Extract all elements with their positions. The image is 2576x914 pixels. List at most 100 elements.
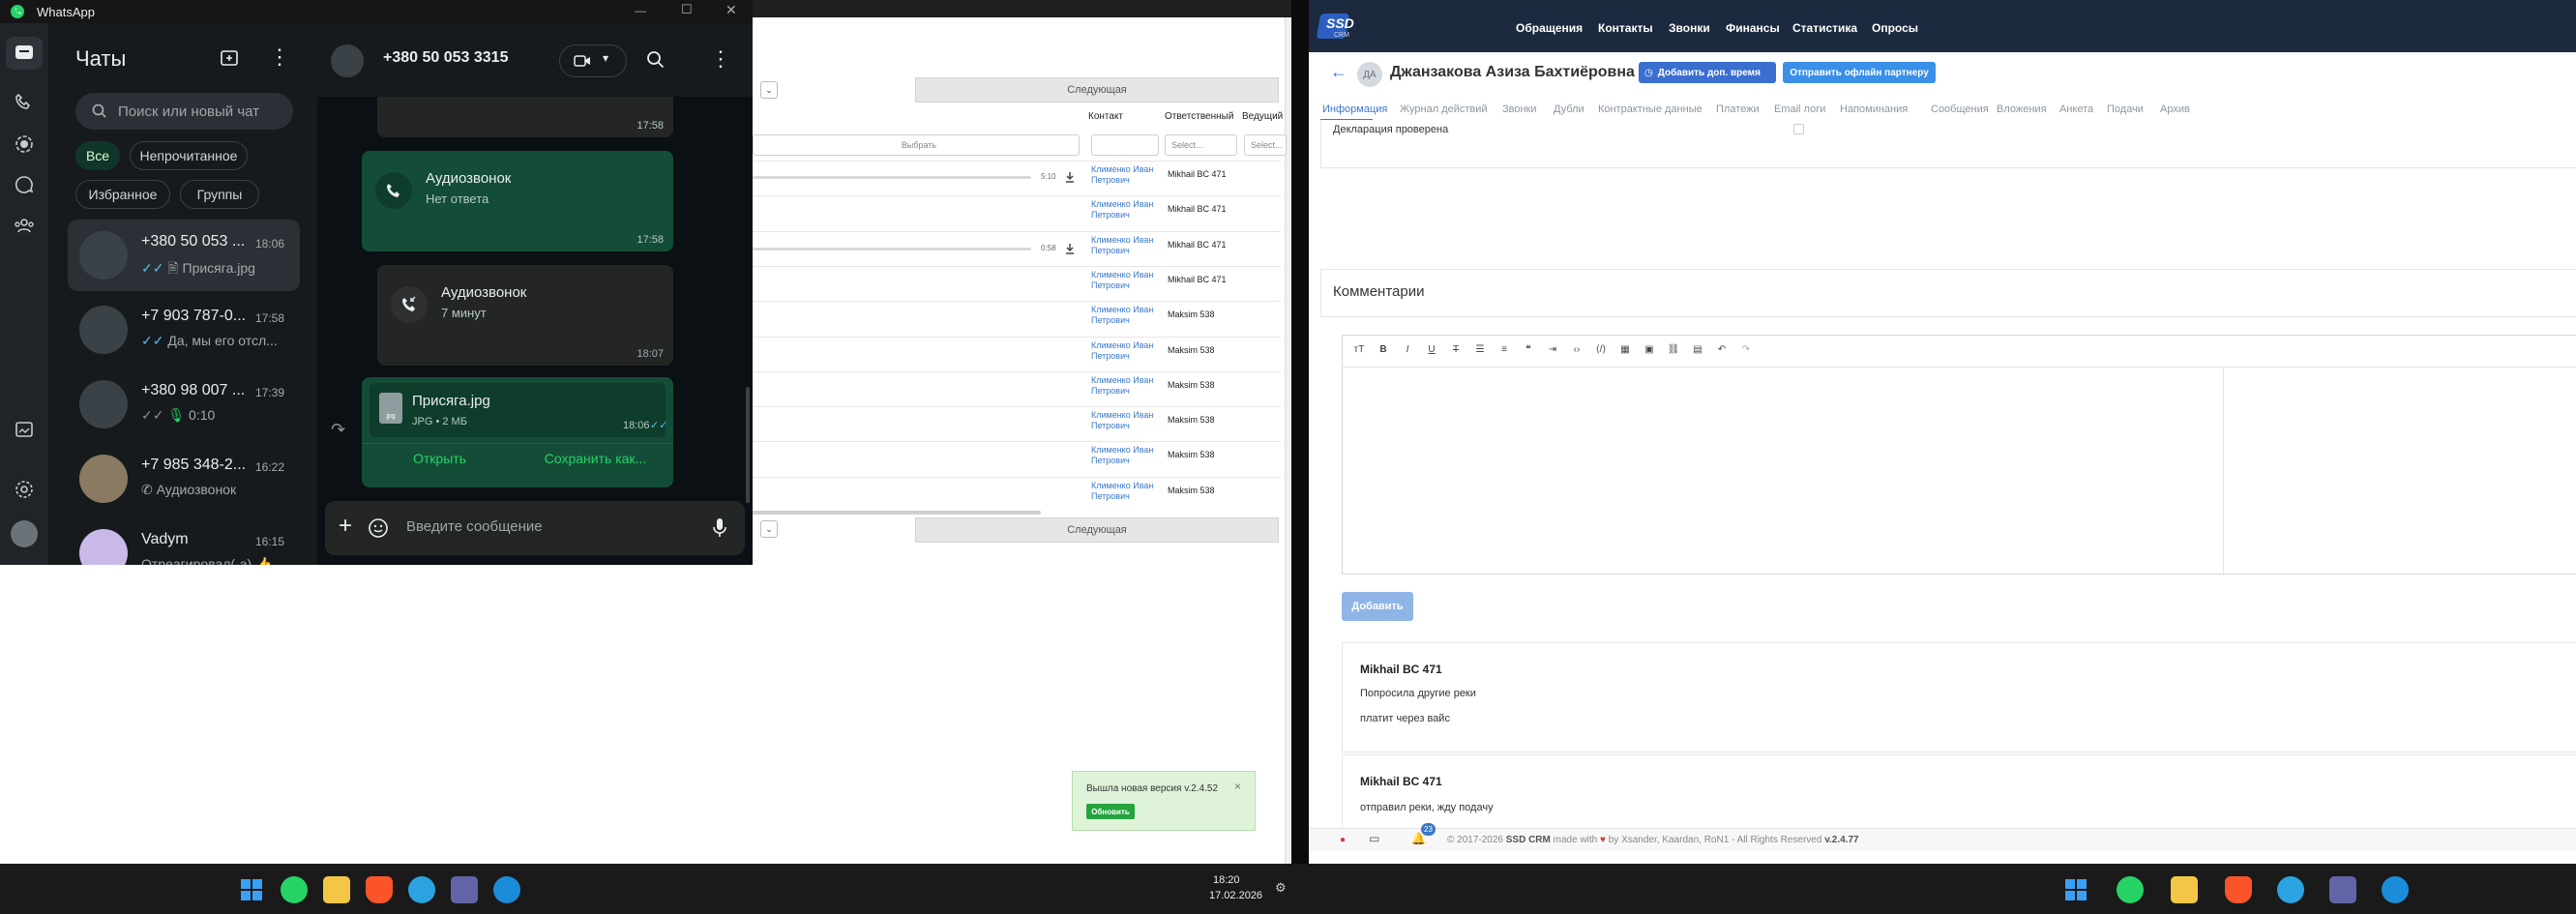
declaration-checkbox[interactable]: [1793, 124, 1804, 134]
chat-item[interactable]: +7 903 787-0... 17:58 ✓✓ Да, мы его отсл…: [68, 294, 300, 366]
video-call-button[interactable]: ▾: [559, 44, 627, 77]
notifications-icon[interactable]: ⚙: [1275, 880, 1287, 896]
tab-calls[interactable]: Звонки: [1502, 103, 1537, 115]
row-contact-link[interactable]: Клименко Иван Петрович: [1091, 375, 1169, 397]
italic-icon[interactable]: I: [1401, 342, 1414, 356]
undo-icon[interactable]: ↶: [1715, 342, 1729, 356]
image-icon[interactable]: ▣: [1643, 342, 1656, 356]
open-file-button[interactable]: Открыть: [362, 451, 518, 466]
menu-icon[interactable]: ⋮: [269, 44, 290, 70]
download-icon[interactable]: [1064, 243, 1076, 254]
forward-icon[interactable]: ↷: [331, 420, 345, 440]
nav-calls[interactable]: Звонки: [1669, 21, 1710, 35]
row-contact-link[interactable]: Клименко Иван Петрович: [1091, 481, 1169, 502]
close-icon[interactable]: ×: [1234, 780, 1241, 793]
chats-icon[interactable]: [13, 42, 36, 65]
maximize-icon[interactable]: ☐: [681, 2, 693, 17]
tab-action-log[interactable]: Журнал действий: [1400, 103, 1488, 115]
mic-icon[interactable]: [710, 516, 729, 540]
brave-taskbar-icon[interactable]: [2225, 876, 2252, 903]
attach-plus-icon[interactable]: +: [339, 513, 352, 540]
file-card[interactable]: jpg Присяга.jpg JPG • 2 МБ 18:06 ✓✓: [370, 383, 667, 437]
nav-surveys[interactable]: Опросы: [1872, 21, 1918, 35]
col-responsible-header[interactable]: Ответственный: [1165, 111, 1233, 122]
tab-survey[interactable]: Анкета: [2059, 103, 2093, 115]
row-contact-link[interactable]: Клименко Иван Петрович: [1091, 235, 1169, 256]
tab-messages[interactable]: Сообщения: [1931, 103, 1989, 115]
profile-avatar[interactable]: [11, 520, 38, 547]
add-comment-button[interactable]: Добавить: [1342, 592, 1413, 621]
font-size-icon[interactable]: ᴛT: [1352, 342, 1366, 356]
comment-editor[interactable]: [1342, 335, 2576, 575]
tab-archive[interactable]: Архив: [2160, 103, 2190, 115]
start-windows-icon[interactable]: [238, 876, 265, 903]
communities-icon[interactable]: [13, 214, 36, 237]
filter-responsible[interactable]: Select...: [1165, 134, 1237, 156]
filter-lead[interactable]: Select...: [1244, 134, 1287, 156]
bold-icon[interactable]: B: [1377, 342, 1390, 356]
send-offline-partner-button[interactable]: Отправить офлайн партнеру: [1783, 62, 1936, 83]
next-page-button[interactable]: Следующая: [915, 77, 1279, 103]
nav-statistics[interactable]: Статистика: [1792, 21, 1857, 35]
phone-app-taskbar-icon[interactable]: [2382, 876, 2409, 903]
tab-payments[interactable]: Платежи: [1716, 103, 1760, 115]
row-contact-link[interactable]: Клименко Иван Петрович: [1091, 305, 1169, 326]
tab-submissions[interactable]: Подачи: [2107, 103, 2144, 115]
search-icon[interactable]: [646, 50, 666, 70]
settings-icon[interactable]: [13, 478, 36, 501]
filter-select[interactable]: Выбрать: [753, 134, 1080, 156]
whatsapp-taskbar-icon[interactable]: [281, 876, 308, 903]
underline-icon[interactable]: U: [1425, 342, 1438, 356]
code-icon[interactable]: ‹›: [1570, 342, 1584, 356]
row-contact-link[interactable]: Клименко Иван Петрович: [1091, 164, 1169, 186]
tab-attachments[interactable]: Вложения: [1997, 103, 2047, 115]
tab-email-logs[interactable]: Email логи: [1774, 103, 1825, 115]
nav-requests[interactable]: Обращения: [1516, 21, 1583, 35]
calls-icon[interactable]: [13, 92, 36, 115]
tab-reminders[interactable]: Напоминания: [1840, 103, 1908, 115]
next-page-button-bottom[interactable]: Следующая: [915, 517, 1279, 543]
telegram-taskbar-icon[interactable]: [408, 876, 435, 903]
tab-info[interactable]: Информация: [1322, 103, 1387, 115]
col-lead-header[interactable]: Ведущий: [1242, 111, 1283, 122]
teams-taskbar-icon[interactable]: [451, 876, 478, 903]
phone-app-taskbar-icon[interactable]: [493, 876, 520, 903]
new-chat-icon[interactable]: [219, 48, 240, 70]
strikethrough-icon[interactable]: T: [1449, 342, 1463, 356]
link-icon[interactable]: ⛓: [1667, 342, 1680, 356]
row-contact-link[interactable]: Клименко Иван Петрович: [1091, 340, 1169, 362]
teams-taskbar-icon[interactable]: [2329, 876, 2356, 903]
row-contact-link[interactable]: Клименко Иван Петрович: [1091, 270, 1169, 291]
brave-taskbar-icon[interactable]: [366, 876, 393, 903]
add-time-button[interactable]: ◷ Добавить доп. время: [1639, 62, 1776, 83]
explorer-taskbar-icon[interactable]: [2171, 876, 2198, 903]
channels-icon[interactable]: [13, 173, 36, 196]
filter-all[interactable]: Все: [75, 141, 120, 170]
bullet-list-icon[interactable]: ☰: [1473, 342, 1487, 356]
whatsapp-taskbar-icon[interactable]: [2117, 876, 2144, 903]
redo-icon[interactable]: ↷: [1739, 342, 1753, 356]
quote-icon[interactable]: ❝: [1522, 342, 1535, 356]
chat-item[interactable]: Vadym 16:15 Отреагировал(-а) 👍: [68, 517, 300, 565]
download-icon[interactable]: [1064, 171, 1076, 183]
telegram-taskbar-icon[interactable]: [2277, 876, 2304, 903]
chat-item[interactable]: +380 50 053 ... 18:06 ✓✓ 🖹 Присяга.jpg: [68, 220, 300, 291]
emoji-icon[interactable]: [368, 517, 389, 539]
nav-contacts[interactable]: Контакты: [1598, 21, 1653, 35]
scrollbar[interactable]: [746, 387, 750, 503]
minimize-icon[interactable]: —: [635, 4, 646, 17]
table-icon[interactable]: ▦: [1618, 342, 1632, 356]
save-as-button[interactable]: Сохранить как...: [518, 451, 673, 466]
filter-unread[interactable]: Непрочитанное: [130, 141, 248, 170]
nav-finance[interactable]: Финансы: [1726, 21, 1780, 35]
clipboard-icon[interactable]: ▤: [1691, 342, 1704, 356]
avatar[interactable]: [331, 44, 364, 77]
media-icon[interactable]: [13, 418, 36, 441]
message-input[interactable]: Введите сообщение: [406, 518, 543, 535]
chat-bubble-icon[interactable]: ▭: [1369, 832, 1379, 845]
row-contact-link[interactable]: Клименко Иван Петрович: [1091, 445, 1169, 466]
numbered-list-icon[interactable]: ≡: [1497, 342, 1511, 356]
indent-icon[interactable]: ⇥: [1546, 342, 1559, 356]
filter-contact[interactable]: [1091, 134, 1159, 156]
filter-favorites[interactable]: Избранное: [75, 180, 170, 209]
